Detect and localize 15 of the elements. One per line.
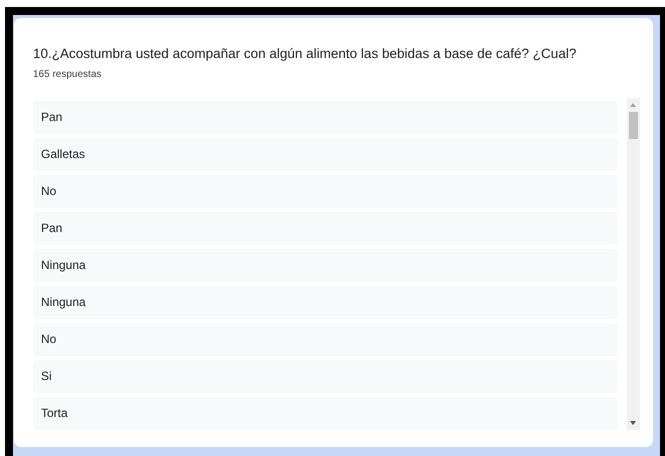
scroll-down-icon[interactable] xyxy=(630,421,636,425)
scrollbar[interactable] xyxy=(627,98,640,430)
scrollbar-thumb[interactable] xyxy=(629,112,638,139)
response-item: No xyxy=(33,323,618,356)
scroll-up-icon[interactable] xyxy=(630,103,636,107)
response-item: Pan xyxy=(33,212,618,245)
response-item: Ninguna xyxy=(33,286,618,319)
response-item: No xyxy=(33,175,618,208)
question-title: 10.¿Acostumbra usted acompañar con algún alimento las bebidas a base de café? ¿Cual? xyxy=(33,45,578,63)
response-item: Pan xyxy=(33,101,618,134)
response-count: 165 respuestas xyxy=(33,69,102,81)
response-item: Ninguna xyxy=(33,249,618,282)
response-item: Si xyxy=(33,360,618,393)
response-item: Torta xyxy=(33,397,618,430)
response-item: Galletas xyxy=(33,138,618,171)
